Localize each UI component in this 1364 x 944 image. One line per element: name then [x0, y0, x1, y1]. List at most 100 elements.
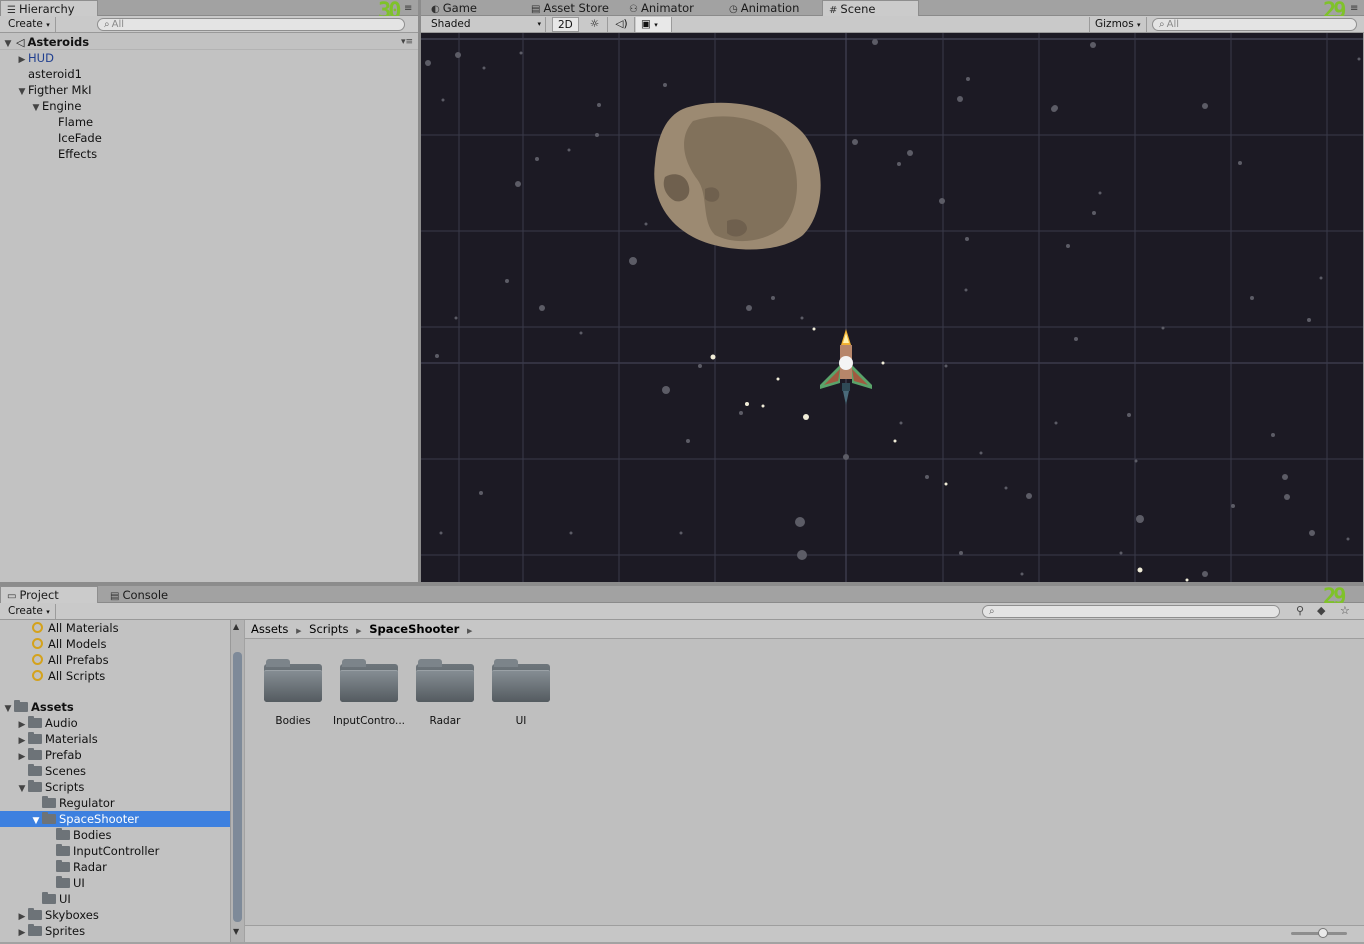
dropdown-arrow-icon: ▾: [46, 21, 50, 29]
panel-menu-icon[interactable]: ≡: [404, 3, 412, 14]
project-tree-item[interactable]: UI: [44, 875, 85, 891]
project-tree-item-selected[interactable]: ▼ SpaceShooter: [0, 811, 230, 827]
toggle-2d-button[interactable]: 2D: [552, 17, 579, 32]
favorite-item[interactable]: All Models: [32, 636, 106, 652]
hierarchy-create-button[interactable]: Create ▾: [3, 17, 56, 32]
project-tree-item[interactable]: ▶ Prefab: [16, 747, 82, 763]
assets-root[interactable]: ▼ Assets: [2, 699, 74, 715]
tab-animation[interactable]: ◷ Animation: [723, 0, 821, 16]
panel-menu-icon[interactable]: ≡: [1350, 3, 1358, 14]
hierarchy-item[interactable]: asteroid1: [16, 66, 82, 82]
filter-by-label-icon[interactable]: ◆: [1317, 604, 1325, 617]
hierarchy-item-label: asteroid1: [28, 67, 82, 81]
dropdown-arrow-icon: ▾: [46, 608, 50, 616]
toggle-2d-label: 2D: [558, 19, 573, 31]
folder-tile[interactable]: Radar: [405, 658, 485, 727]
scene-canvas[interactable]: [421, 33, 1363, 582]
project-tree-item[interactable]: UI: [30, 891, 71, 907]
tab-animator[interactable]: ⚇ Animator: [623, 0, 721, 16]
icon-size-slider[interactable]: [1291, 928, 1347, 938]
scene-toolbar: Shaded ▾ 2D ☼ ◁) ▣ ▾ Gizmos ▾ ⌕ All: [421, 16, 1364, 33]
filter-by-type-icon[interactable]: ⚲: [1296, 604, 1304, 617]
tab-game[interactable]: ◐ Game: [425, 0, 523, 16]
shading-mode-dropdown[interactable]: Shaded ▾: [426, 17, 546, 32]
hierarchy-scene-row[interactable]: ▼ ◁ Asteroids ▾≡: [0, 34, 419, 50]
slider-handle[interactable]: [1318, 928, 1328, 938]
hierarchy-search-placeholder: All: [111, 19, 125, 30]
favorite-item[interactable]: All Scripts: [32, 668, 105, 684]
project-tree-item[interactable]: ▶ Sprites: [16, 923, 85, 939]
hierarchy-search-input[interactable]: ⌕ All: [97, 18, 405, 31]
project-create-button[interactable]: Create ▾: [3, 604, 56, 619]
hierarchy-item[interactable]: Flame: [46, 114, 93, 130]
hierarchy-item[interactable]: ▼ Engine: [30, 98, 82, 116]
project-tree-item-label: InputController: [73, 844, 160, 858]
folder-tile[interactable]: InputContro...: [329, 658, 409, 727]
project-tabstrip: [0, 586, 1364, 603]
effects-toggle-button[interactable]: ▣ ▾: [636, 17, 672, 32]
expand-triangle-icon[interactable]: ▼: [16, 84, 28, 100]
folder-icon: [340, 658, 398, 702]
folder-icon: [28, 732, 42, 744]
folder-tile[interactable]: Bodies: [253, 658, 333, 727]
project-tree-item[interactable]: InputController: [44, 843, 159, 859]
folder-icon: [264, 658, 322, 702]
image-icon: ▣: [641, 18, 651, 30]
audio-toggle-button[interactable]: ◁): [609, 17, 635, 32]
project-tree-item[interactable]: ▶ Materials: [16, 731, 98, 747]
project-tree-item[interactable]: Scenes: [16, 763, 86, 779]
folder-icon: [42, 796, 56, 808]
project-tree-item-label: Radar: [73, 860, 107, 874]
project-tree: All Materials All Models All Prefabs All…: [0, 620, 230, 942]
expand-triangle-icon[interactable]: ▼: [0, 36, 16, 52]
scroll-down-arrow-icon[interactable]: ▼: [233, 927, 239, 936]
expand-triangle-icon[interactable]: ▼: [30, 813, 42, 829]
scroll-up-arrow-icon[interactable]: ▲: [233, 622, 239, 631]
tab-console[interactable]: ▤ Console: [104, 587, 202, 603]
project-tree-item[interactable]: ▶ Audio: [16, 715, 78, 731]
hierarchy-item[interactable]: IceFade: [46, 130, 102, 146]
hierarchy-item[interactable]: Effects: [46, 146, 97, 162]
project-tree-item-label: Bodies: [73, 828, 112, 842]
breadcrumb-item[interactable]: Assets: [251, 622, 288, 636]
project-toolbar: Create ▾ ⌕ ⚲ ◆ ☆: [0, 603, 1364, 620]
tab-hierarchy[interactable]: ☰ Hierarchy: [0, 0, 98, 17]
tab-project[interactable]: ▭ Project: [0, 586, 98, 603]
breadcrumb-item[interactable]: Scripts: [309, 622, 348, 636]
project-tree-item[interactable]: Regulator: [30, 795, 115, 811]
scene-options-icon[interactable]: ▾≡: [401, 34, 413, 50]
tab-asset-store[interactable]: ▤ Asset Store: [525, 0, 623, 16]
project-tree-item[interactable]: Radar: [44, 859, 107, 875]
scene-viewport[interactable]: [421, 33, 1363, 582]
folder-icon: [28, 780, 42, 792]
tab-asset-store-label: Asset Store: [543, 1, 609, 15]
breadcrumb-separator-icon: ▶: [467, 627, 473, 635]
gizmos-dropdown[interactable]: Gizmos ▾: [1089, 17, 1147, 32]
lighting-toggle-button[interactable]: ☼: [582, 17, 608, 32]
project-tree-item[interactable]: ▼ Scripts: [16, 779, 84, 795]
gizmos-label: Gizmos: [1095, 18, 1134, 30]
favorite-item[interactable]: All Materials: [32, 620, 119, 636]
tab-console-label: Console: [122, 588, 169, 602]
tab-game-label: Game: [442, 1, 477, 15]
project-tree-scrollbar[interactable]: ▲ ▼: [230, 620, 244, 942]
favorite-star-icon[interactable]: ☆: [1340, 604, 1350, 617]
hierarchy-item[interactable]: ▶ HUD: [16, 50, 54, 66]
folder-tile[interactable]: UI: [481, 658, 561, 727]
tab-scene[interactable]: # Scene: [822, 0, 919, 17]
project-tree-item[interactable]: Bodies: [44, 827, 112, 843]
search-icon: ⌕: [1159, 19, 1165, 30]
expand-triangle-icon[interactable]: ▼: [16, 781, 28, 797]
breadcrumb-item[interactable]: SpaceShooter: [369, 622, 459, 636]
expand-triangle-icon[interactable]: ▼: [2, 701, 14, 717]
hierarchy-item[interactable]: ▼ Figther MkI: [16, 82, 92, 98]
expand-triangle-icon[interactable]: ▶: [16, 925, 28, 941]
scene-search-input[interactable]: ⌕ All: [1152, 18, 1357, 31]
project-search-input[interactable]: ⌕: [982, 605, 1280, 618]
project-tree-item-label: UI: [73, 876, 85, 890]
expand-triangle-icon[interactable]: ▼: [30, 100, 42, 116]
favorite-item[interactable]: All Prefabs: [32, 652, 109, 668]
project-create-label: Create: [8, 605, 43, 617]
project-tree-item[interactable]: ▶ Skyboxes: [16, 907, 99, 923]
scrollbar-thumb[interactable]: [233, 652, 242, 922]
